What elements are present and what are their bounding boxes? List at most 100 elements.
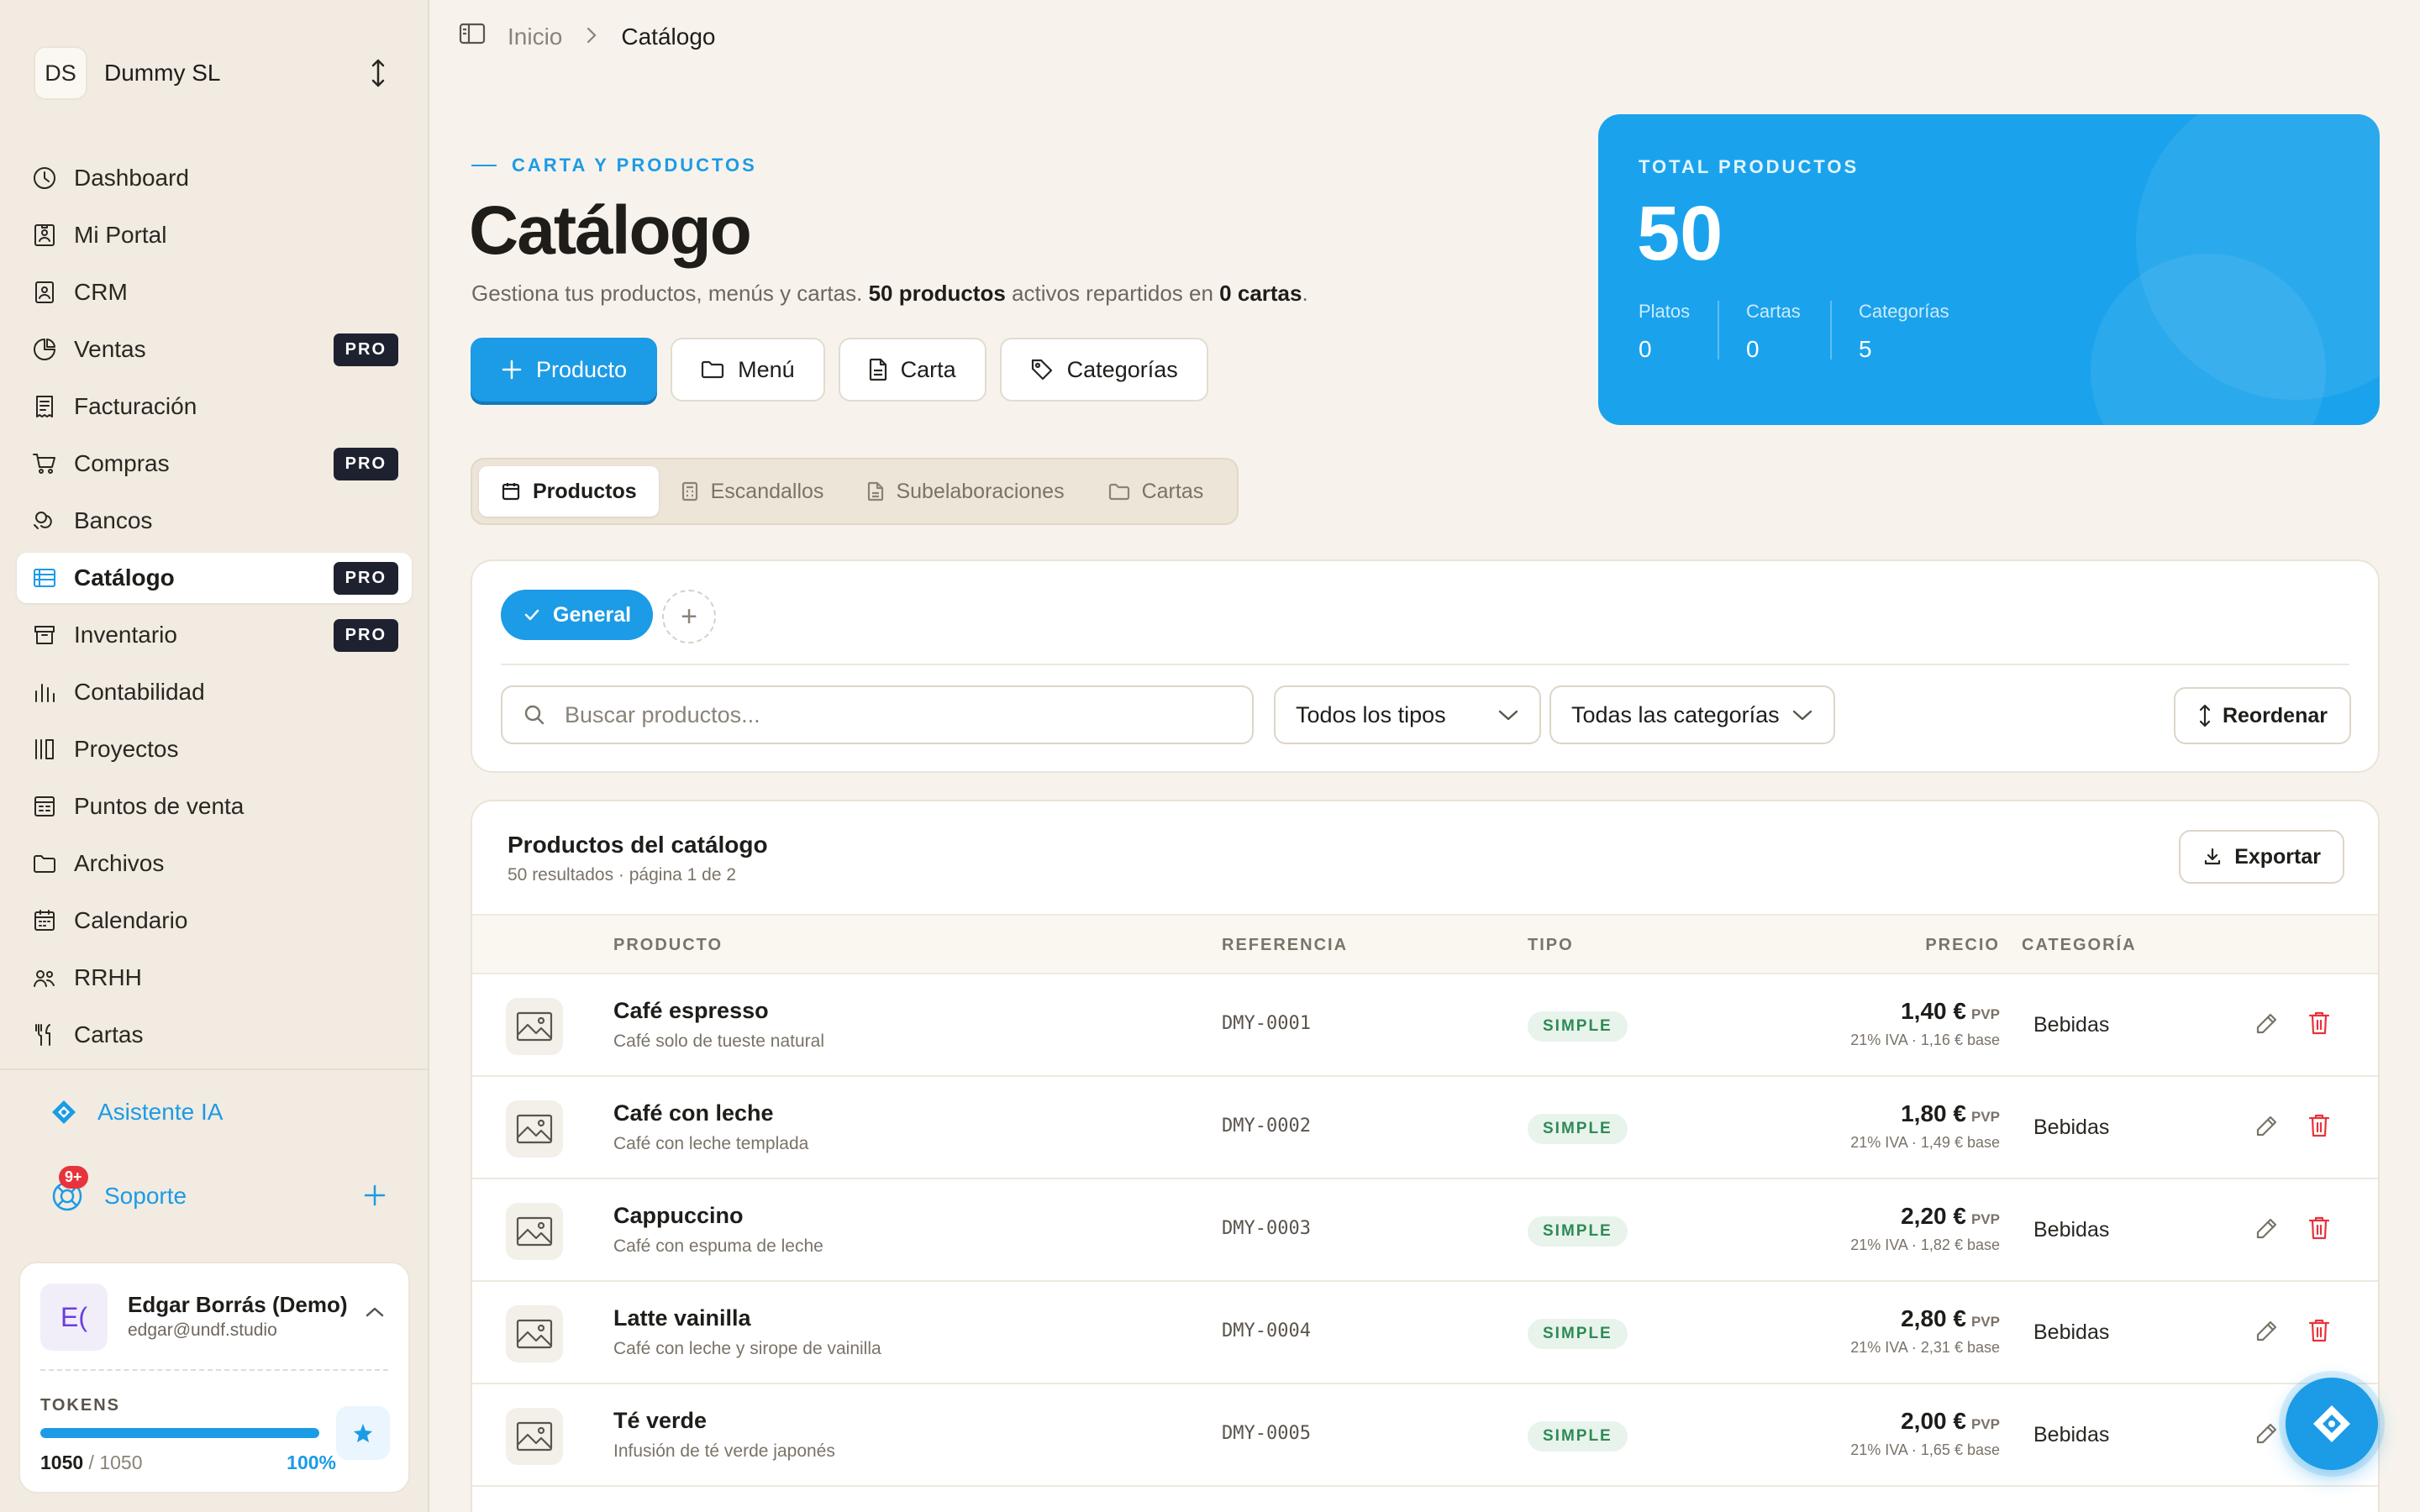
catalog-icon xyxy=(30,564,59,592)
delete-icon[interactable] xyxy=(2307,1112,2331,1143)
price-tax: 21% IVA · 1,16 € base xyxy=(1850,1032,2000,1048)
view-chip-label: General xyxy=(553,602,632,627)
sidebar-item-puntos-de-venta[interactable]: Puntos de venta xyxy=(17,781,412,832)
check-icon xyxy=(524,609,539,621)
chevron-up-icon[interactable] xyxy=(365,1305,385,1323)
sidebar-item-cartas[interactable]: Cartas xyxy=(17,1010,412,1060)
support-link[interactable]: 9+ Soporte xyxy=(50,1166,387,1213)
type-select[interactable]: Todos los tipos xyxy=(1274,685,1541,744)
utensils-icon xyxy=(30,1021,59,1049)
image-placeholder-icon xyxy=(506,1203,563,1260)
sidebar-item-inventario[interactable]: Inventario PRO xyxy=(17,610,412,660)
table-row[interactable]: Latte vainilla Café con leche y sirope de… xyxy=(472,1282,2378,1384)
sidebar-item-ventas[interactable]: Ventas PRO xyxy=(17,324,412,375)
column-header-type: TIPO xyxy=(1528,936,1574,954)
table-row[interactable]: Cappuccino Café con espuma de leche DMY-00… xyxy=(472,1179,2378,1282)
sidebar-toggle-icon[interactable] xyxy=(459,22,486,51)
sidebar-item-calendario[interactable]: Calendario xyxy=(17,895,412,946)
user-avatar: E( xyxy=(40,1284,108,1351)
desc-prefix: Gestiona tus productos, menús y cartas. xyxy=(471,281,869,306)
sidebar-item-compras[interactable]: Compras PRO xyxy=(17,438,412,489)
search-input[interactable] xyxy=(565,701,1220,728)
view-chip-general[interactable]: General xyxy=(501,590,654,640)
ai-assistant-link[interactable]: Asistente IA xyxy=(50,1099,223,1126)
delete-icon[interactable] xyxy=(2307,1317,2331,1348)
tab-subelaboraciones[interactable]: Subelaboraciones xyxy=(845,466,1086,517)
table-row[interactable]: Café espresso Café solo de tueste natural… xyxy=(472,974,2378,1077)
notification-badge: 9+ xyxy=(59,1166,88,1189)
column-header-price: PRECIO xyxy=(1925,936,2000,954)
product-reference: DMY-0004 xyxy=(1222,1320,1311,1341)
edit-icon[interactable] xyxy=(2254,1114,2279,1143)
add-menu-button[interactable]: Menú xyxy=(671,338,825,402)
ai-assistant-fab[interactable] xyxy=(2286,1378,2378,1470)
reorder-button[interactable]: Reordenar xyxy=(2173,687,2351,744)
sidebar-item-bancos[interactable]: Bancos xyxy=(17,496,412,546)
chevron-updown-icon[interactable] xyxy=(361,56,395,90)
sidebar-item-mi-portal[interactable]: Mi Portal xyxy=(17,210,412,260)
tokens-progress xyxy=(40,1428,319,1438)
tab-label: Productos xyxy=(533,479,637,503)
tokens-boost-button[interactable] xyxy=(336,1406,390,1460)
reorder-label: Reordenar xyxy=(2222,703,2328,727)
add-product-button[interactable]: Producto xyxy=(471,338,658,402)
stat-label: Categorías xyxy=(1859,301,1949,322)
table-subtitle: 50 resultados · página 1 de 2 xyxy=(508,865,737,885)
edit-icon[interactable] xyxy=(2254,1319,2279,1348)
sidebar-item-catalogo[interactable]: Catálogo PRO xyxy=(17,553,412,603)
edit-icon[interactable] xyxy=(2254,1011,2279,1041)
product-price: 2,80 € PVP 21% IVA · 2,31 € base xyxy=(1850,1305,2000,1357)
plus-icon[interactable] xyxy=(363,1179,387,1213)
tab-escandallos[interactable]: Escandallos xyxy=(659,466,846,517)
page-description: Gestiona tus productos, menús y cartas. … xyxy=(471,281,1308,307)
sidebar-item-contabilidad[interactable]: Contabilidad xyxy=(17,667,412,717)
sales-icon xyxy=(30,335,59,364)
sidebar-item-label: Compras xyxy=(74,450,170,476)
edit-icon[interactable] xyxy=(2254,1216,2279,1246)
page-title: Catálogo xyxy=(469,192,752,269)
invoice-icon xyxy=(30,392,59,421)
sidebar-item-rrhh[interactable]: RRHH xyxy=(17,953,412,1003)
delete-icon[interactable] xyxy=(2307,1215,2331,1246)
table-row[interactable]: Té verde Infusión de té verde japonés DMY-… xyxy=(472,1384,2378,1487)
price-amount: 2,00 € xyxy=(1901,1408,1966,1434)
calendar-icon xyxy=(30,906,59,935)
stat-platos: Platos 0 xyxy=(1639,301,1690,363)
sidebar-item-proyectos[interactable]: Proyectos xyxy=(17,724,412,774)
delete-icon[interactable] xyxy=(2307,1010,2331,1041)
total-products-card: TOTAL PRODUCTOS 50 Platos 0 Cartas 0 Cat… xyxy=(1598,114,2380,425)
categories-button[interactable]: Categorías xyxy=(999,338,1208,402)
tokens-count: 1050 / 1050 xyxy=(40,1452,143,1474)
column-header-product: PRODUCTO xyxy=(613,936,723,954)
image-placeholder-icon xyxy=(506,1100,563,1158)
add-view-button[interactable]: + xyxy=(662,590,716,643)
add-carta-button[interactable]: Carta xyxy=(838,338,986,402)
product-reference: DMY-0003 xyxy=(1222,1218,1311,1239)
filters-divider xyxy=(501,664,2349,665)
product-reference: DMY-0002 xyxy=(1222,1116,1311,1137)
sidebar-item-crm[interactable]: CRM xyxy=(17,267,412,318)
category-select[interactable]: Todas las categorías xyxy=(1549,685,1835,744)
sidebar-item-archivos[interactable]: Archivos xyxy=(17,838,412,889)
product-description: Café con espuma de leche xyxy=(613,1236,823,1256)
export-button[interactable]: Exportar xyxy=(2179,830,2344,884)
stat-label: Cartas xyxy=(1746,301,1801,322)
table-row[interactable]: Café con leche Café con leche templada DMY… xyxy=(472,1077,2378,1179)
tab-cartas[interactable]: Cartas xyxy=(1086,466,1226,517)
sidebar-item-facturacion[interactable]: Facturación xyxy=(17,381,412,432)
price-amount: 2,80 € xyxy=(1901,1305,1966,1331)
breadcrumb-home[interactable]: Inicio xyxy=(508,24,562,50)
sidebar-item-dashboard[interactable]: Dashboard xyxy=(17,153,412,203)
org-switcher[interactable]: DS Dummy SL xyxy=(34,44,395,102)
edit-icon[interactable] xyxy=(2254,1421,2279,1451)
image-placeholder-icon xyxy=(506,1305,563,1362)
tab-productos[interactable]: Productos xyxy=(479,466,659,517)
bank-icon xyxy=(30,507,59,535)
user-card[interactable]: E( Edgar Borrás (Demo) edgar@undf.studio… xyxy=(18,1262,410,1494)
image-placeholder-icon xyxy=(506,1408,563,1465)
sidebar-item-label: Inventario xyxy=(74,622,177,648)
pro-badge: PRO xyxy=(333,561,398,595)
plus-icon xyxy=(502,360,522,380)
portal-icon xyxy=(30,221,59,249)
product-type-badge: SIMPLE xyxy=(1528,1011,1628,1042)
